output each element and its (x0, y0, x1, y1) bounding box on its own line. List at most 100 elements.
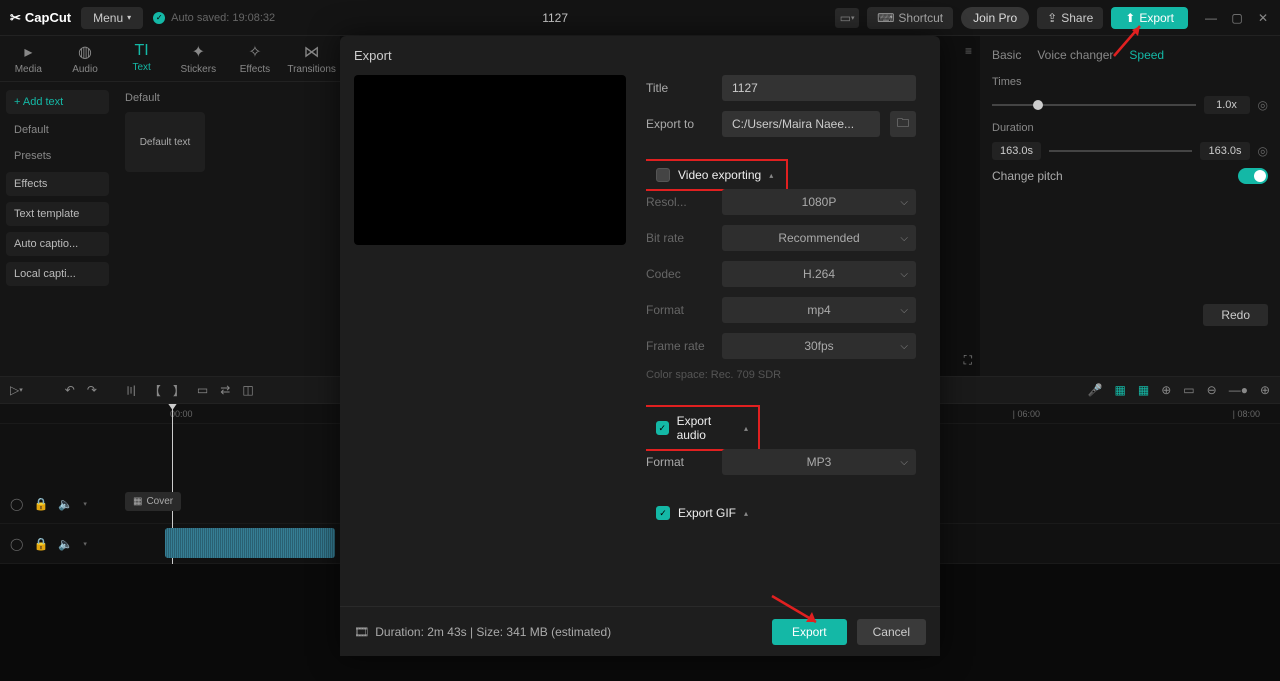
tab-speed[interactable]: Speed (1129, 48, 1164, 62)
video-export-checkbox[interactable] (656, 168, 670, 182)
tab-stickers[interactable]: ✦Stickers (174, 42, 222, 75)
tool-d[interactable]: ▭ (1183, 383, 1194, 397)
track-enable-icon-2[interactable]: ◯ (10, 537, 23, 551)
app-logo: ✂ CapCut (10, 10, 71, 26)
fullscreen-icon[interactable]: ⛶ (964, 353, 972, 368)
menu-button[interactable]: Menu ▾ (81, 7, 143, 29)
join-pro-button[interactable]: Join Pro (961, 7, 1029, 29)
layout-button[interactable]: ▭▾ (835, 8, 859, 28)
mute-icon[interactable]: 🔈 (58, 497, 73, 511)
maximize-button[interactable]: ▢ (1230, 11, 1244, 25)
lock-icon-2[interactable]: 🔒 (33, 537, 48, 551)
tab-effects[interactable]: ✧Effects (231, 42, 279, 75)
track-enable-icon[interactable]: ◯ (10, 497, 23, 511)
tool-b[interactable]: ▦ (1138, 383, 1149, 397)
colorspace-info: Color space: Rec. 709 SDR (646, 369, 916, 381)
stepper-icon-2[interactable]: ◎ (1258, 144, 1268, 158)
sidebar-local-captions[interactable]: Local capti... (6, 262, 109, 286)
caret-icon-3: ▴ (744, 509, 748, 518)
framerate-select[interactable]: 30fps (722, 333, 916, 359)
tool-a[interactable]: ▦ (1115, 383, 1126, 397)
duration-label: Duration (992, 122, 1048, 134)
stepper-icon[interactable]: ◎ (1258, 98, 1268, 112)
asset-tabs: ▸Media ◍Audio TIText ✦Stickers ✧Effects … (0, 36, 340, 82)
tab-basic[interactable]: Basic (992, 48, 1021, 62)
tab-transitions[interactable]: ⋈Transitions (288, 42, 336, 75)
audio-export-checkbox[interactable]: ✓ (656, 421, 669, 435)
resolution-select[interactable]: 1080P (722, 189, 916, 215)
modal-footer: 🎞 Duration: 2m 43s | Size: 341 MB (estim… (340, 606, 940, 656)
tab-voice-changer[interactable]: Voice changer (1037, 48, 1113, 62)
title-input[interactable] (722, 75, 916, 101)
zoom-slider[interactable]: —● (1229, 383, 1248, 397)
gif-export-section[interactable]: ✓ Export GIF ▴ (646, 499, 916, 527)
format-label: Format (646, 303, 712, 317)
tab-text[interactable]: TIText (118, 42, 166, 75)
mirror-tool[interactable]: ⇄ (220, 383, 230, 397)
panel-menu-icon[interactable]: ≡ (965, 44, 972, 58)
delete-tool[interactable]: ▭ (197, 383, 208, 397)
change-pitch-toggle[interactable] (1238, 168, 1268, 184)
sidebar-presets[interactable]: Presets (6, 146, 109, 166)
export-button-top[interactable]: ⬆ Export (1111, 7, 1188, 29)
sidebar-effects[interactable]: Effects (6, 172, 109, 196)
tool-c[interactable]: ⊕ (1161, 383, 1171, 397)
minimize-button[interactable]: — (1204, 11, 1218, 25)
modal-cancel-button[interactable]: Cancel (857, 619, 926, 645)
redo-tool[interactable]: ↷ (87, 383, 97, 397)
mute-icon-2[interactable]: 🔈 (58, 537, 73, 551)
undo-tool[interactable]: ↶ (65, 383, 75, 397)
audio-format-select[interactable]: MP3 (722, 449, 916, 475)
video-export-section[interactable]: Video exporting ▴ (646, 161, 786, 189)
modal-export-button[interactable]: Export (772, 619, 847, 645)
ruler-8: | 08:00 (1233, 409, 1260, 419)
bitrate-select[interactable]: Recommended (722, 225, 916, 251)
redo-button[interactable]: Redo (1203, 304, 1268, 326)
keyboard-icon: ⌨ (877, 11, 894, 25)
text-icon: TI (135, 42, 149, 60)
shortcut-button[interactable]: ⌨ Shortcut (867, 7, 953, 29)
audio-clip[interactable] (165, 528, 335, 558)
autosave-text: Auto saved: 19:08:32 (171, 12, 275, 24)
cover-button[interactable]: ▦ Cover (125, 492, 181, 511)
times-value[interactable]: 1.0x (1204, 96, 1250, 114)
menu-label: Menu (93, 11, 123, 25)
export-modal: Export Title Export to C:/Users/Maira Na… (340, 36, 940, 656)
zoom-in-tool[interactable]: ⊕ (1260, 383, 1270, 397)
sidebar-default[interactable]: Default (6, 120, 109, 140)
share-button[interactable]: ⇪ Share (1037, 7, 1103, 29)
add-text-button[interactable]: + Add text (6, 90, 109, 114)
times-slider[interactable] (992, 104, 1196, 106)
stickers-icon: ✦ (192, 42, 205, 62)
trim-right-tool[interactable]: 】 (173, 382, 185, 399)
times-label: Times (992, 76, 1048, 88)
close-button[interactable]: ✕ (1256, 11, 1270, 25)
gif-export-checkbox[interactable]: ✓ (656, 506, 670, 520)
export-preview (354, 75, 626, 245)
tab-audio[interactable]: ◍Audio (61, 42, 109, 75)
duration-slider[interactable] (1049, 150, 1192, 152)
duration-from: 163.0s (992, 142, 1041, 160)
default-text-tile[interactable]: Default text (125, 112, 205, 172)
export-info: 🎞 Duration: 2m 43s | Size: 341 MB (estim… (354, 625, 762, 639)
select-tool[interactable]: ▷▾ (10, 383, 23, 397)
exportto-path[interactable]: C:/Users/Maira Naee... (722, 111, 880, 137)
format-select[interactable]: mp4 (722, 297, 916, 323)
audio-export-section[interactable]: ✓ Export audio ▴ (646, 407, 758, 449)
chevron-down-icon: ▾ (127, 13, 131, 22)
sidebar-auto-captions[interactable]: Auto captio... (6, 232, 109, 256)
window-controls: — ▢ ✕ (1204, 11, 1270, 25)
crop-tool[interactable]: ◫ (242, 383, 253, 397)
browse-folder-button[interactable]: 🗀 (890, 111, 916, 137)
mic-tool[interactable]: 🎤 (1088, 383, 1103, 397)
split-tool[interactable]: 〣 (125, 382, 137, 399)
effects-icon: ✧ (248, 42, 261, 62)
zoom-out-tool[interactable]: ⊖ (1207, 383, 1217, 397)
tab-media[interactable]: ▸Media (4, 42, 52, 75)
lock-icon[interactable]: 🔒 (33, 497, 48, 511)
codec-select[interactable]: H.264 (722, 261, 916, 287)
trim-left-tool[interactable]: 【 (149, 382, 161, 399)
logo-icon: ✂ (10, 10, 21, 26)
duration-to[interactable]: 163.0s (1200, 142, 1249, 160)
sidebar-text-template[interactable]: Text template (6, 202, 109, 226)
